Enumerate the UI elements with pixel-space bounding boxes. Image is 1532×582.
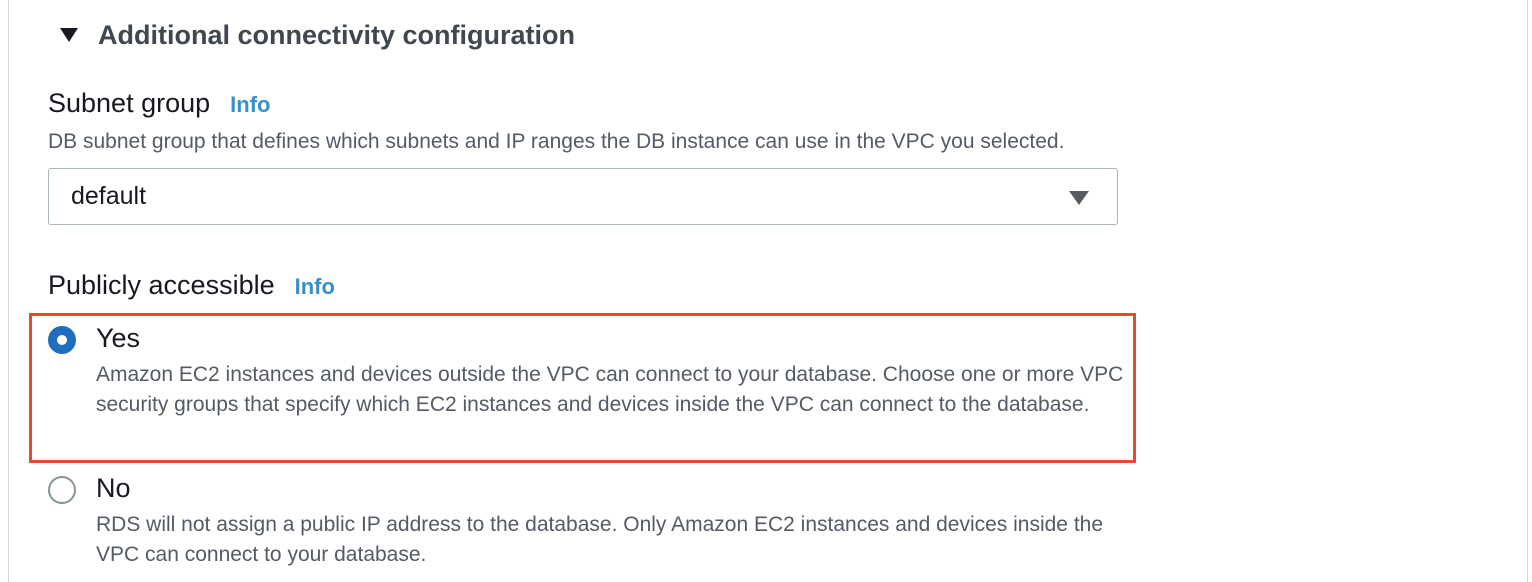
caret-down-icon[interactable]: [60, 28, 78, 42]
public-access-label-row: Publicly accessible Info: [48, 270, 335, 301]
section-title: Additional connectivity configuration: [98, 19, 576, 50]
dropdown-caret-icon: [1069, 191, 1089, 205]
radio-yes[interactable]: [48, 326, 76, 354]
radio-yes-description: Amazon EC2 instances and devices outside…: [96, 363, 1124, 416]
radio-no-description: RDS will not assign a public IP address …: [96, 513, 1104, 566]
subnet-group-description: DB subnet group that defines which subne…: [48, 130, 1065, 153]
radio-yes-label[interactable]: Yes: [96, 323, 140, 354]
subnet-group-label-row: Subnet group Info: [48, 88, 270, 119]
section-header-connectivity[interactable]: Additional connectivity configuration: [60, 16, 575, 54]
public-access-info-link[interactable]: Info: [295, 274, 335, 300]
subnet-group-select[interactable]: default: [48, 168, 1118, 225]
subnet-group-info-link[interactable]: Info: [230, 92, 270, 118]
radio-no-label[interactable]: No: [96, 473, 131, 504]
subnet-group-selected-value: default: [71, 182, 147, 210]
radio-no[interactable]: [48, 476, 76, 504]
subnet-group-label: Subnet group: [48, 88, 211, 118]
public-access-label: Publicly accessible: [48, 270, 275, 300]
